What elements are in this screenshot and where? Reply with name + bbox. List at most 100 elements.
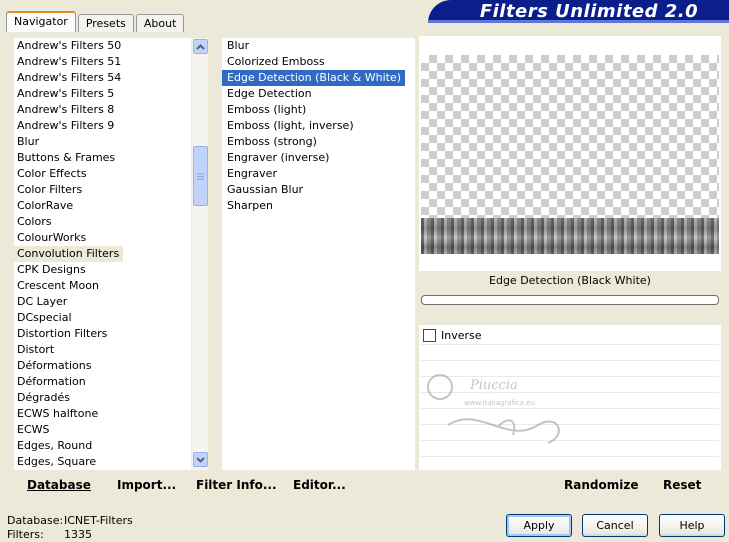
category-item[interactable]: Colors <box>14 214 191 230</box>
category-item[interactable]: Andrew's Filters 54 <box>14 70 191 86</box>
chevron-up-icon <box>196 43 205 50</box>
import-button[interactable]: Import... <box>117 478 176 492</box>
list-toolbar: Database Import... Filter Info... Editor… <box>14 472 415 499</box>
preview-image <box>421 55 719 254</box>
filter-item-label: Edge Detection <box>227 87 312 100</box>
category-item[interactable]: ECWS halftone <box>14 406 191 422</box>
category-item[interactable]: ColourWorks <box>14 230 191 246</box>
filter-item-label: Engraver <box>227 167 277 180</box>
category-item-label: ECWS halftone <box>17 407 99 420</box>
banner-title: Filters Unlimited 2.0 <box>479 1 699 22</box>
filter-item[interactable]: Engraver <box>222 166 415 182</box>
category-item[interactable]: Distortion Filters <box>14 326 191 342</box>
filter-item[interactable]: Colorized Emboss <box>222 54 415 70</box>
selected-filter-name: Edge Detection (Black White) <box>489 274 651 287</box>
category-item-label: ColourWorks <box>17 231 87 244</box>
filter-item-label: Sharpen <box>227 199 273 212</box>
category-item[interactable]: CPK Designs <box>14 262 191 278</box>
category-item-label: Andrew's Filters 54 <box>17 71 122 84</box>
progress-bar <box>421 295 719 305</box>
database-button[interactable]: Database <box>27 478 91 492</box>
filter-item[interactable]: Emboss (strong) <box>222 134 415 150</box>
help-button[interactable]: Help <box>659 514 725 537</box>
category-item-label: Distort <box>17 343 55 356</box>
category-item-label: Convolution Filters <box>14 246 124 262</box>
category-item-label: Buttons & Frames <box>17 151 116 164</box>
category-item[interactable]: Crescent Moon <box>14 278 191 294</box>
category-item[interactable]: Andrew's Filters 51 <box>14 54 191 70</box>
category-item-label: ECWS <box>17 423 50 436</box>
scroll-up-button[interactable] <box>193 39 208 54</box>
editor-button[interactable]: Editor... <box>293 478 346 492</box>
category-item[interactable]: ColorRave <box>14 198 191 214</box>
category-item-label: ColorRave <box>17 199 74 212</box>
category-item[interactable]: Edges, Square <box>14 454 191 470</box>
chevron-down-icon <box>196 456 205 463</box>
preview-edge-band <box>421 218 719 254</box>
apply-button[interactable]: Apply <box>506 514 572 537</box>
inverse-checkbox[interactable] <box>423 328 436 342</box>
filter-item-label: Emboss (light, inverse) <box>227 119 354 132</box>
category-item[interactable]: Color Effects <box>14 166 191 182</box>
category-item[interactable]: Andrew's Filters 5 <box>14 86 191 102</box>
filter-list[interactable]: Blur Colorized Emboss Edge Detection (Blac… <box>222 38 415 470</box>
category-item-label: Déformations <box>17 359 92 372</box>
category-list[interactable]: Andrew's Filters 50 Andrew's Filters 51 An… <box>14 38 191 470</box>
cancel-button[interactable]: Cancel <box>582 514 648 537</box>
category-item-label: Blur <box>17 135 40 148</box>
filter-item[interactable]: Edge Detection <box>222 86 415 102</box>
grip-icon <box>197 173 204 179</box>
reset-button[interactable]: Reset <box>663 478 701 492</box>
category-item-label: Déformation <box>17 375 86 388</box>
category-item-label: Crescent Moon <box>17 279 99 292</box>
category-item[interactable]: ECWS <box>14 422 191 438</box>
filter-item-label: Blur <box>227 39 250 52</box>
tab-presets[interactable]: Presets <box>77 14 134 32</box>
filter-item[interactable]: Sharpen <box>222 198 415 214</box>
watermark-name: Piuccia <box>469 378 518 393</box>
category-item[interactable]: Blur <box>14 134 191 150</box>
category-item[interactable]: Déformation <box>14 374 191 390</box>
category-item[interactable]: DC Layer <box>14 294 191 310</box>
category-item[interactable]: Convolution Filters <box>14 246 191 262</box>
category-item-label: Andrew's Filters 9 <box>17 119 115 132</box>
scroll-down-button[interactable] <box>193 452 208 467</box>
category-item-label: Andrew's Filters 50 <box>17 39 122 52</box>
filter-item[interactable]: Emboss (light, inverse) <box>222 118 415 134</box>
category-item[interactable]: Distort <box>14 342 191 358</box>
randomize-button[interactable]: Randomize <box>564 478 638 492</box>
category-item-label: Colors <box>17 215 52 228</box>
tab-navigator[interactable]: Navigator <box>6 11 76 32</box>
category-item[interactable]: DCspecial <box>14 310 191 326</box>
filter-item-label: Gaussian Blur <box>227 183 304 196</box>
category-item[interactable]: Buttons & Frames <box>14 150 191 166</box>
filter-item[interactable]: Blur <box>222 38 415 54</box>
category-scrollbar[interactable] <box>191 38 208 470</box>
watermark-logo: Piuccia www.italiagrafica.eu <box>427 374 560 444</box>
filter-item-label: Colorized Emboss <box>227 55 325 68</box>
filter-item[interactable]: Engraver (inverse) <box>222 150 415 166</box>
inverse-label: Inverse <box>441 328 482 342</box>
category-item[interactable]: Déformations <box>14 358 191 374</box>
filter-item[interactable]: Emboss (light) <box>222 102 415 118</box>
category-item[interactable]: Andrew's Filters 8 <box>14 102 191 118</box>
category-item[interactable]: Edges, Round <box>14 438 191 454</box>
category-item[interactable]: Color Filters <box>14 182 191 198</box>
filter-item-label: Emboss (strong) <box>227 135 317 148</box>
category-item-label: Andrew's Filters 8 <box>17 103 115 116</box>
filter-info-button[interactable]: Filter Info... <box>196 478 277 492</box>
database-label: Database <box>27 478 91 492</box>
preview-toolbar: Randomize Reset <box>421 472 719 499</box>
scroll-thumb[interactable] <box>193 146 208 206</box>
category-item[interactable]: Dégradés <box>14 390 191 406</box>
category-item-label: DCspecial <box>17 311 72 324</box>
inverse-option[interactable]: Inverse <box>423 328 482 342</box>
tab-about[interactable]: About <box>135 14 185 32</box>
filter-item[interactable]: Edge Detection (Black & White) <box>222 70 415 86</box>
database-status-label: Database: <box>7 514 64 527</box>
category-item[interactable]: Andrew's Filters 50 <box>14 38 191 54</box>
category-item-label: DC Layer <box>17 295 68 308</box>
category-item[interactable]: Andrew's Filters 9 <box>14 118 191 134</box>
filter-item[interactable]: Gaussian Blur <box>222 182 415 198</box>
category-item-label: Edges, Round <box>17 439 93 452</box>
